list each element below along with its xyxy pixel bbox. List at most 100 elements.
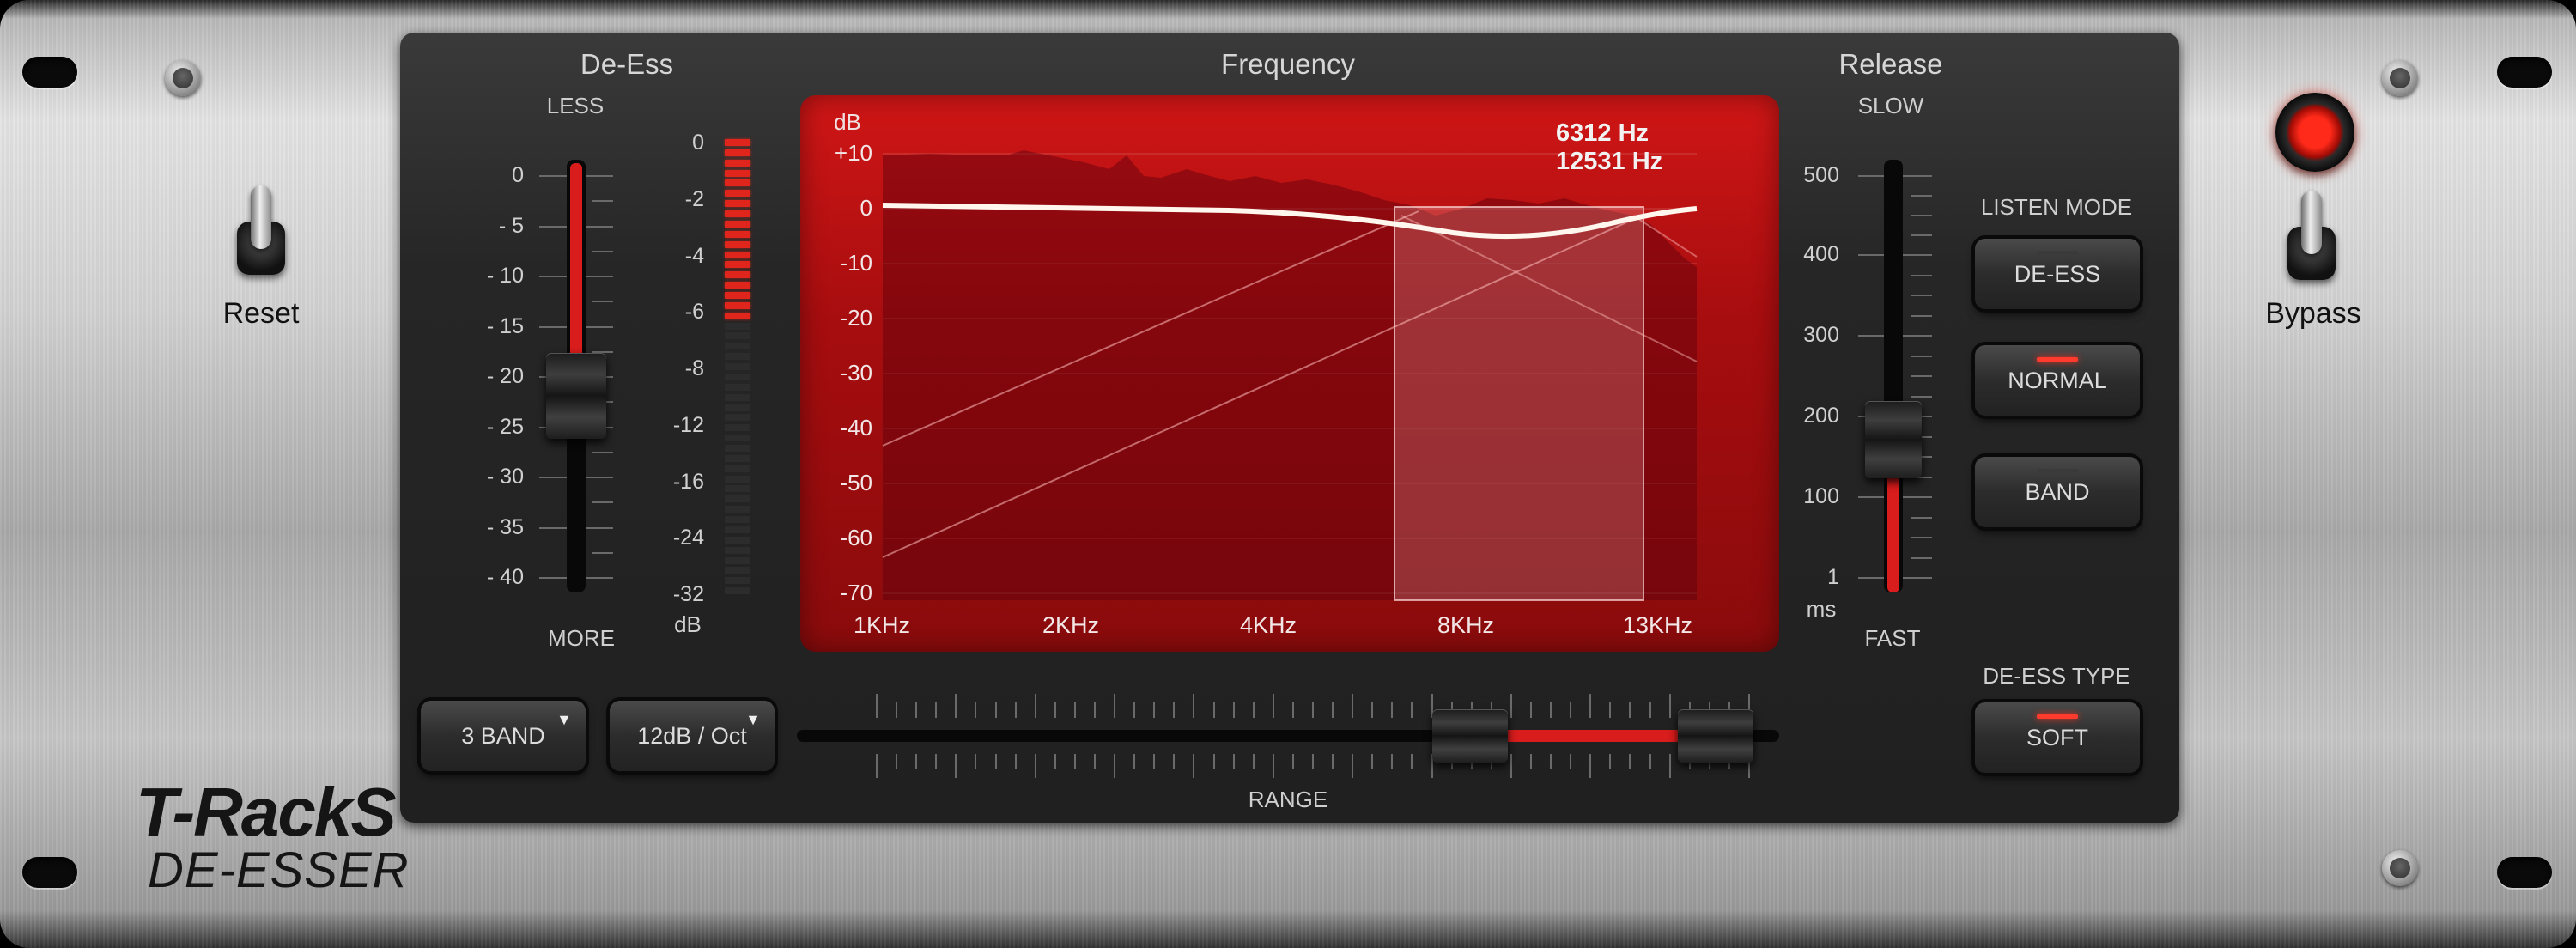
meter-segment: [725, 200, 750, 208]
range-tick: [1291, 702, 1294, 718]
de-ess-tick-minor: [592, 250, 613, 252]
meter-segment: [725, 393, 750, 401]
meter-tick-label: -6: [684, 300, 704, 325]
de-ess-slider-handle[interactable]: [546, 353, 606, 440]
range-tick: [1153, 754, 1156, 769]
listen-normal-button[interactable]: NORMAL: [1975, 345, 2140, 416]
range-tick: [1510, 754, 1512, 778]
meter-segment: [725, 373, 750, 380]
range-tick: [1629, 754, 1631, 769]
range-tick: [1371, 754, 1374, 769]
release-unit-label: ms: [1806, 596, 1837, 622]
rack-slot: [22, 857, 77, 888]
release-tick-minor: [1911, 355, 1932, 357]
range-tick: [915, 702, 918, 718]
range-tick: [1034, 754, 1036, 778]
listen-de-ess-button[interactable]: DE-ESS: [1975, 239, 2140, 309]
range-tick: [975, 754, 977, 769]
range-tick: [1153, 702, 1156, 718]
range-tick: [1054, 754, 1056, 769]
range-tick: [1232, 754, 1235, 769]
release-tick-minor: [1911, 395, 1932, 398]
release-tick-minor: [1911, 516, 1932, 519]
range-low-handle[interactable]: [1432, 709, 1509, 763]
range-tick: [1371, 702, 1374, 718]
button-label: BAND: [2025, 478, 2090, 505]
range-tick: [1530, 702, 1532, 718]
meter-segment: [725, 577, 750, 585]
rack-slot: [22, 57, 77, 88]
meter-tick-label: -4: [684, 243, 704, 268]
meter-segment: [725, 516, 750, 524]
bypass-led-icon: [2275, 93, 2354, 172]
de-ess-tick-label: - 10: [486, 264, 524, 288]
reset-toggle[interactable]: [237, 185, 285, 280]
reset-label: Reset: [222, 297, 300, 330]
range-slider-fill: [1508, 730, 1678, 742]
dropdown-value: 3 BAND: [461, 722, 545, 749]
release-tick-minor: [1911, 195, 1932, 197]
meter-segment: [725, 556, 750, 564]
range-tick: [1550, 702, 1552, 718]
slope-dropdown[interactable]: 12dB / Oct ▼: [610, 701, 775, 771]
meter-segment: [725, 414, 750, 422]
meter-segment: [725, 261, 750, 269]
rack-slot: [2497, 857, 2552, 888]
frequency-graph-svg: [882, 150, 1698, 601]
range-tick: [1114, 694, 1116, 718]
rack-slot: [2497, 57, 2552, 88]
de-ess-tick-minor: [592, 301, 613, 303]
meter-segment: [725, 546, 750, 554]
bypass-toggle[interactable]: [2287, 191, 2336, 285]
graph-y-label: -60: [840, 525, 872, 550]
release-tick-minor: [1911, 234, 1932, 236]
graph-y-label: +10: [834, 140, 872, 166]
range-tick: [1252, 754, 1255, 769]
range-tick: [1252, 702, 1255, 718]
meter-segment: [725, 475, 750, 483]
graph-x-label: 2KHz: [1042, 612, 1100, 638]
range-tick: [1391, 702, 1394, 718]
de-ess-less-label: LESS: [546, 93, 605, 118]
range-tick: [1649, 702, 1651, 718]
range-tick: [896, 702, 898, 718]
de-ess-tick-minor: [592, 551, 613, 554]
release-tick-minor: [1911, 215, 1932, 216]
listen-band-button[interactable]: BAND: [1975, 457, 2140, 527]
screw-icon: [165, 60, 201, 96]
release-slider-handle[interactable]: [1865, 401, 1922, 479]
de-ess-tick-minor: [592, 451, 613, 453]
range-tick: [1530, 754, 1532, 769]
range-tick: [1232, 702, 1235, 718]
range-tick: [935, 702, 938, 718]
range-tick: [1133, 754, 1136, 769]
range-tick: [1609, 702, 1612, 718]
meter-segment: [725, 332, 750, 340]
meter-segment: [725, 312, 750, 319]
graph-x-label: 1KHz: [854, 612, 911, 638]
button-led-icon: [2037, 469, 2078, 473]
range-high-handle[interactable]: [1677, 709, 1753, 763]
graph-y-label: -50: [840, 470, 872, 495]
range-tick: [1312, 754, 1314, 769]
meter-segment: [725, 536, 750, 544]
logo-main: T-RackS: [136, 774, 397, 850]
band-count-dropdown[interactable]: 3 BAND ▼: [421, 701, 586, 771]
meter-segment: [725, 169, 750, 177]
range-tick: [994, 702, 997, 718]
graph-y-label: -40: [840, 415, 872, 441]
frequency-graph[interactable]: dB +10 0 -10 -20 -30 -40 -50 -60 -70 1KHz 2KHz 4KH…: [800, 95, 1779, 652]
range-tick: [1133, 702, 1136, 718]
de-ess-type-button[interactable]: SOFT: [1975, 702, 2140, 773]
range-tick: [1014, 702, 1017, 718]
meter-segment: [725, 485, 750, 493]
range-tick: [1094, 702, 1096, 718]
meter-segment: [725, 424, 750, 432]
de-ess-tick-label: - 5: [498, 213, 524, 238]
frequency-readout-high: 12531 Hz: [1556, 148, 1663, 175]
meter-segment: [725, 240, 750, 248]
de-ess-tick-label: - 25: [486, 414, 524, 439]
range-tick: [1510, 694, 1512, 718]
meter-segment: [725, 495, 750, 503]
range-tick: [876, 694, 878, 718]
